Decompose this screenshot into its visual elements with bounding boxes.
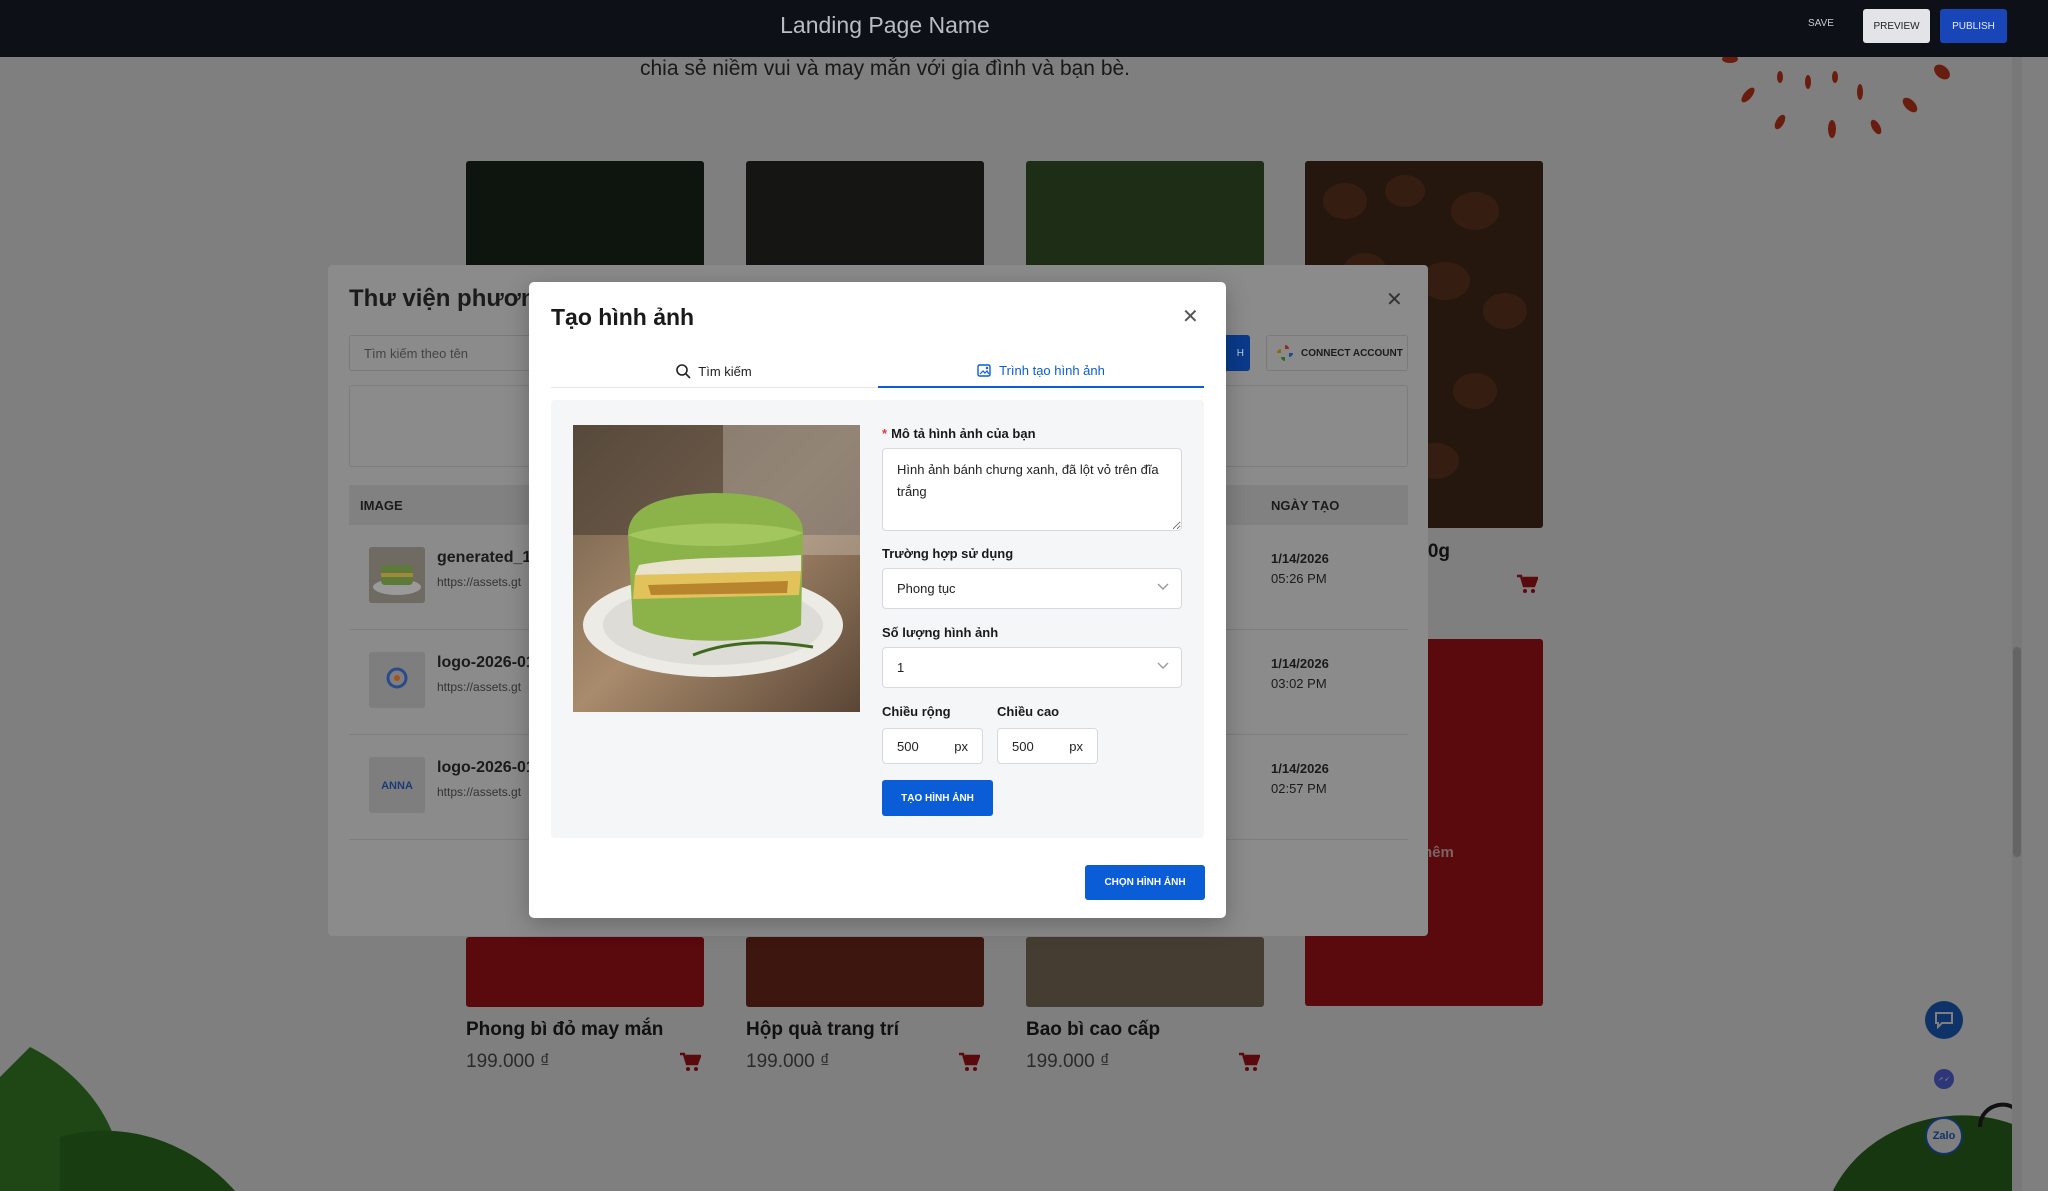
usecase-value: Phong tục xyxy=(897,581,956,596)
landing-page-name[interactable]: Landing Page Name xyxy=(0,12,1770,39)
media-time: 03:02 PM xyxy=(1271,676,1327,691)
chevron-down-icon xyxy=(1157,583,1169,590)
media-thumbnail: ANNA xyxy=(369,757,425,813)
media-date: 1/14/2026 xyxy=(1271,656,1329,671)
generator-panel: * Mô tả hình ảnh của bạn Hình ảnh bánh ch… xyxy=(551,400,1204,838)
chevron-down-icon xyxy=(1157,662,1169,669)
media-time: 02:57 PM xyxy=(1271,781,1327,796)
generated-image-preview[interactable] xyxy=(573,425,860,712)
width-value: 500 xyxy=(897,739,919,754)
media-filename: logo-2026-01 xyxy=(437,759,535,776)
height-value: 500 xyxy=(1012,739,1034,754)
width-label: Chiều rộng xyxy=(882,704,951,719)
tab-search-label: Tìm kiếm xyxy=(698,363,752,379)
media-url: https://assets.gt xyxy=(437,680,522,694)
media-date: 1/14/2026 xyxy=(1271,551,1329,566)
tab-generator-label: Trình tạo hình ảnh xyxy=(999,362,1105,378)
column-header-date: NGÀY TẠO xyxy=(1271,498,1340,513)
search-input[interactable]: Tìm kiếm theo tên xyxy=(349,335,552,371)
image-count-value: 1 xyxy=(897,660,905,675)
tab-image-generator[interactable]: Trình tạo hình ảnh xyxy=(878,354,1204,388)
usecase-label: Trường hợp sử dụng xyxy=(882,546,1014,561)
media-thumbnail xyxy=(369,652,425,708)
media-time: 05:26 PM xyxy=(1271,571,1327,586)
connect-account-button[interactable]: CONNECT ACCOUNT xyxy=(1266,335,1408,371)
required-marker: * xyxy=(882,426,888,441)
close-icon[interactable]: ✕ xyxy=(1182,304,1199,329)
media-url: https://assets.gt xyxy=(437,575,522,589)
close-icon[interactable]: ✕ xyxy=(1386,287,1403,312)
media-filename: generated_1 xyxy=(437,549,532,566)
search-icon xyxy=(676,363,691,379)
media-filename: logo-2026-01 xyxy=(437,654,535,671)
width-input[interactable]: 500 px xyxy=(882,728,983,764)
height-unit: px xyxy=(1069,739,1083,754)
google-photos-icon xyxy=(1277,345,1293,361)
height-input[interactable]: 500 px xyxy=(997,728,1098,764)
media-thumbnail xyxy=(369,547,425,603)
media-url: https://assets.gt xyxy=(437,785,522,799)
create-image-modal: Tạo hình ảnh ✕ Tìm kiếm Trình tạo hình ả… xyxy=(529,282,1226,918)
preview-button[interactable]: PREVIEW xyxy=(1863,9,1930,43)
publish-button[interactable]: PUBLISH xyxy=(1940,9,2007,43)
svg-text:ANNA: ANNA xyxy=(381,780,413,792)
editor-topbar: Landing Page Name SAVE PREVIEW PUBLISH xyxy=(0,0,2048,57)
connect-account-label: CONNECT ACCOUNT xyxy=(1301,347,1403,359)
media-library-title: Thư viện phương xyxy=(349,285,551,312)
modal-tabs: Tìm kiếm Trình tạo hình ảnh xyxy=(551,354,1204,388)
media-date: 1/14/2026 xyxy=(1271,761,1329,776)
generate-image-button[interactable]: TẠO HÌNH ẢNH xyxy=(882,780,993,816)
usecase-select[interactable]: Phong tục xyxy=(882,568,1182,609)
choose-image-button[interactable]: CHỌN HÌNH ẢNH xyxy=(1085,865,1205,900)
height-label: Chiều cao xyxy=(997,704,1060,719)
width-unit: px xyxy=(954,739,968,754)
image-count-select[interactable]: 1 xyxy=(882,647,1182,688)
image-description-input[interactable]: Hình ảnh bánh chưng xanh, đã lột vỏ trên… xyxy=(882,448,1182,531)
image-count-label: Số lượng hình ảnh xyxy=(882,625,999,640)
tab-search[interactable]: Tìm kiếm xyxy=(551,354,877,388)
description-label: * Mô tả hình ảnh của bạn xyxy=(882,426,1036,441)
save-button[interactable]: SAVE xyxy=(1808,18,1834,29)
modal-title: Tạo hình ảnh xyxy=(551,304,695,330)
image-generate-icon xyxy=(977,363,991,377)
search-placeholder: Tìm kiếm theo tên xyxy=(364,346,469,361)
column-header-image: IMAGE xyxy=(360,498,403,513)
